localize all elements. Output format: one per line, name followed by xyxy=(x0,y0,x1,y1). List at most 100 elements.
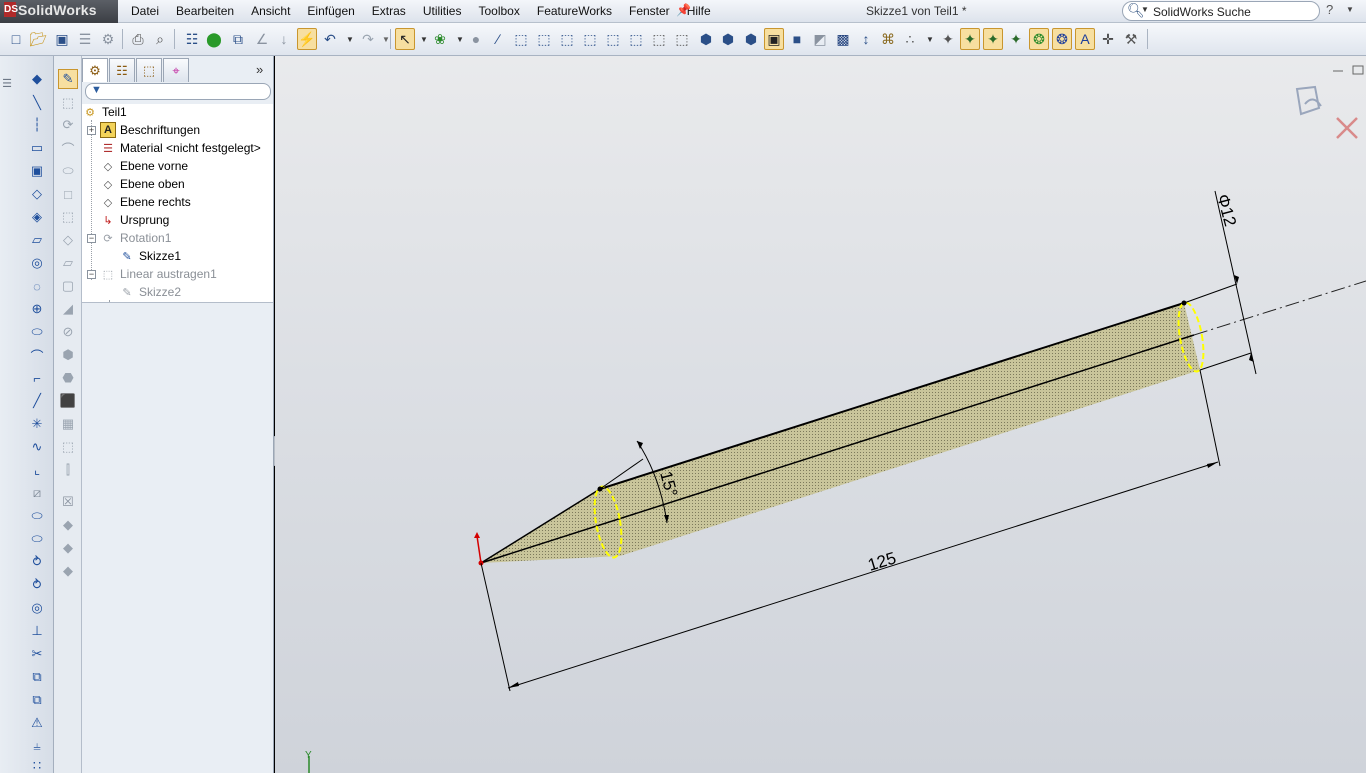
property-manager-tab-icon[interactable]: ☷ xyxy=(109,58,135,82)
hole-icon[interactable]: ▦ xyxy=(58,414,78,434)
point-tool-icon[interactable]: ✳ xyxy=(28,415,46,433)
menu-fenster[interactable]: Fenster xyxy=(620,0,678,23)
appearance-icon[interactable]: ❀ xyxy=(430,28,450,50)
cut-extrude-icon[interactable]: ⬚ xyxy=(58,207,78,227)
collapse-toggle[interactable]: − xyxy=(87,234,96,243)
cut-loft-icon[interactable]: ▢ xyxy=(58,276,78,296)
slot-tool-icon[interactable]: ⬭ xyxy=(28,507,46,525)
text-tool-icon[interactable]: ◎ xyxy=(28,599,46,617)
sketch-axis-line[interactable] xyxy=(480,334,1195,564)
mirror-tool-icon[interactable]: ⚠ xyxy=(28,714,46,732)
tree-item-top-plane[interactable]: ◇ Ebene oben xyxy=(100,175,185,193)
arc-tool-icon[interactable]: ⌒ xyxy=(28,346,46,364)
spline-tool-icon[interactable]: ∿ xyxy=(28,438,46,456)
menu-toolbox[interactable]: Toolbox xyxy=(469,0,527,23)
chamfer-icon[interactable]: ⊘ xyxy=(58,322,78,342)
diameter-dimension[interactable]: Φ12 xyxy=(1183,190,1257,375)
linear-pattern-tool-icon[interactable]: ⫨ xyxy=(28,737,46,755)
restore-viewport-icon[interactable] xyxy=(1352,65,1364,75)
tree-item-extrude1[interactable]: ⬚ Linear austragen1 xyxy=(100,265,217,283)
search-input[interactable]: 🔍︎ ▼ SolidWorks Suche xyxy=(1122,1,1320,21)
convert-entities-tool-icon[interactable]: ⧉ xyxy=(28,668,46,686)
print-setup-icon[interactable]: ☰ xyxy=(75,28,95,50)
dimetric-icon[interactable]: ⬢ xyxy=(696,28,716,50)
length-value[interactable]: 125 xyxy=(866,548,899,574)
view-annotations-icon[interactable]: A xyxy=(1075,28,1095,50)
smart-dimension-icon[interactable]: ↓ xyxy=(274,28,294,50)
cut-revolve-icon[interactable]: ◇ xyxy=(58,230,78,250)
view-dimensions-icon[interactable]: ❂ xyxy=(1052,28,1072,50)
exit-sketch-icon[interactable] xyxy=(1295,85,1322,116)
polygon-tool-icon[interactable]: ◈ xyxy=(28,208,46,226)
view-temporary-axes-icon[interactable]: ✦ xyxy=(1006,28,1026,50)
pattern-icon[interactable]: ⬚ xyxy=(58,437,78,457)
display-manager-icon[interactable]: ▩ xyxy=(833,28,853,50)
expand-toggle[interactable]: + xyxy=(87,126,96,135)
scene-icon[interactable]: ● xyxy=(466,28,486,50)
shell-icon[interactable]: ⬣ xyxy=(58,368,78,388)
rebuild-traffic-icon[interactable]: ⬤ xyxy=(204,28,224,50)
view-settings-chevron-icon[interactable]: ▼ xyxy=(920,28,940,50)
help-chevron-icon[interactable]: ▼ xyxy=(1346,5,1354,14)
view-origins-icon[interactable]: ⌘ xyxy=(878,28,898,50)
menu-extras[interactable]: Extras xyxy=(363,0,414,23)
rebuild-icon[interactable]: ⚡ xyxy=(297,28,317,50)
select-icon[interactable]: ↖ xyxy=(395,28,415,50)
section-view-icon[interactable]: ◩ xyxy=(810,28,830,50)
tree-item-annotations[interactable]: A Beschriftungen xyxy=(100,121,200,139)
reference-geometry-icon[interactable]: ◆ xyxy=(58,515,78,535)
perimeter-circle-tool-icon[interactable]: ◌ xyxy=(28,277,46,295)
feature-tree-filter-input[interactable]: ▼ xyxy=(85,83,271,100)
right-view-icon[interactable]: ⬚ xyxy=(649,28,669,50)
left-view-icon[interactable]: ⬚ xyxy=(626,28,646,50)
half-tool-icon[interactable]: ☰ xyxy=(0,74,14,92)
chamfer-tool-icon[interactable]: ⧄ xyxy=(28,484,46,502)
menu-utilities[interactable]: Utilities xyxy=(414,0,470,23)
tree-item-material[interactable]: ☰ Material <nicht festgelegt> xyxy=(100,139,261,157)
collapse-toggle[interactable]: − xyxy=(87,270,96,279)
new-file-icon[interactable]: □ xyxy=(6,28,26,50)
print-preview-icon[interactable]: ⌕ xyxy=(150,28,170,50)
tree-item-revolve1[interactable]: ⟳ Rotation1 xyxy=(100,229,171,247)
menu-bearbeiten[interactable]: Bearbeiten xyxy=(167,0,242,23)
dimxpert-tab-icon[interactable]: ⌖ xyxy=(163,58,189,82)
three-point-arc-tool-icon[interactable]: ╱ xyxy=(28,392,46,410)
part-body[interactable] xyxy=(481,303,1200,563)
tree-item-sketch1[interactable]: ✎ Skizze1 xyxy=(119,247,181,265)
save-icon[interactable]: ▣ xyxy=(52,28,72,50)
mirror-feature-icon[interactable]: ⫿ xyxy=(58,460,78,480)
tree-item-right-plane[interactable]: ◇ Ebene rechts xyxy=(100,193,191,211)
construction-tool-icon[interactable]: ⊥ xyxy=(28,622,46,640)
sweep-icon[interactable]: ⌒ xyxy=(58,138,78,158)
open-file-icon[interactable]: 📂︎ xyxy=(28,28,48,50)
revolve-icon[interactable]: ⟳ xyxy=(58,115,78,135)
menu-einfuegen[interactable]: Einfügen xyxy=(298,0,362,23)
trim-tool-icon[interactable]: ✂ xyxy=(28,645,46,663)
smart-dimension-tool-icon[interactable]: ◆ xyxy=(28,70,46,88)
circle-tool-icon[interactable]: ◎ xyxy=(28,254,46,272)
close-sketch-icon[interactable]: ☒ xyxy=(58,492,78,512)
ellipse-tool-icon[interactable]: ⬭ xyxy=(28,323,46,341)
graphics-viewport[interactable]: Φ12 15° 125 Y xyxy=(275,56,1366,773)
center-rectangle-tool-icon[interactable]: ▣ xyxy=(28,162,46,180)
undo-chevron-icon[interactable]: ▼ xyxy=(340,28,360,50)
rib-icon[interactable]: ⬢ xyxy=(58,345,78,365)
feature-tree-tab-icon[interactable]: ⚙ xyxy=(82,58,108,82)
view-sketches-icon[interactable]: ✦ xyxy=(983,28,1003,50)
hidden-lines-icon[interactable]: ⬢ xyxy=(741,28,761,50)
cancel-sketch-icon[interactable] xyxy=(1336,117,1358,139)
undo-icon[interactable]: ↶ xyxy=(320,28,340,50)
sketch-icon[interactable]: ∠ xyxy=(252,28,272,50)
assembly-icon[interactable]: ⧉ xyxy=(228,28,248,50)
solidworks-logo[interactable]: DSSolidWorks xyxy=(0,0,118,23)
centerline-tool-icon[interactable]: ┆ xyxy=(28,116,46,134)
options-icon[interactable]: ⚙ xyxy=(98,28,118,50)
offset-tool-icon[interactable]: ⥁ xyxy=(28,576,46,594)
draft-icon[interactable]: ⬛ xyxy=(58,391,78,411)
wireframe-icon[interactable]: ⬢ xyxy=(718,28,738,50)
tree-item-front-plane[interactable]: ◇ Ebene vorne xyxy=(100,157,188,175)
curves-icon[interactable]: ◆ xyxy=(58,538,78,558)
redo-chevron-icon[interactable]: ▼ xyxy=(376,28,396,50)
arc-slot-tool-icon[interactable]: ⥁ xyxy=(28,553,46,571)
offset-entities-tool-icon[interactable]: ⧉ xyxy=(28,691,46,709)
